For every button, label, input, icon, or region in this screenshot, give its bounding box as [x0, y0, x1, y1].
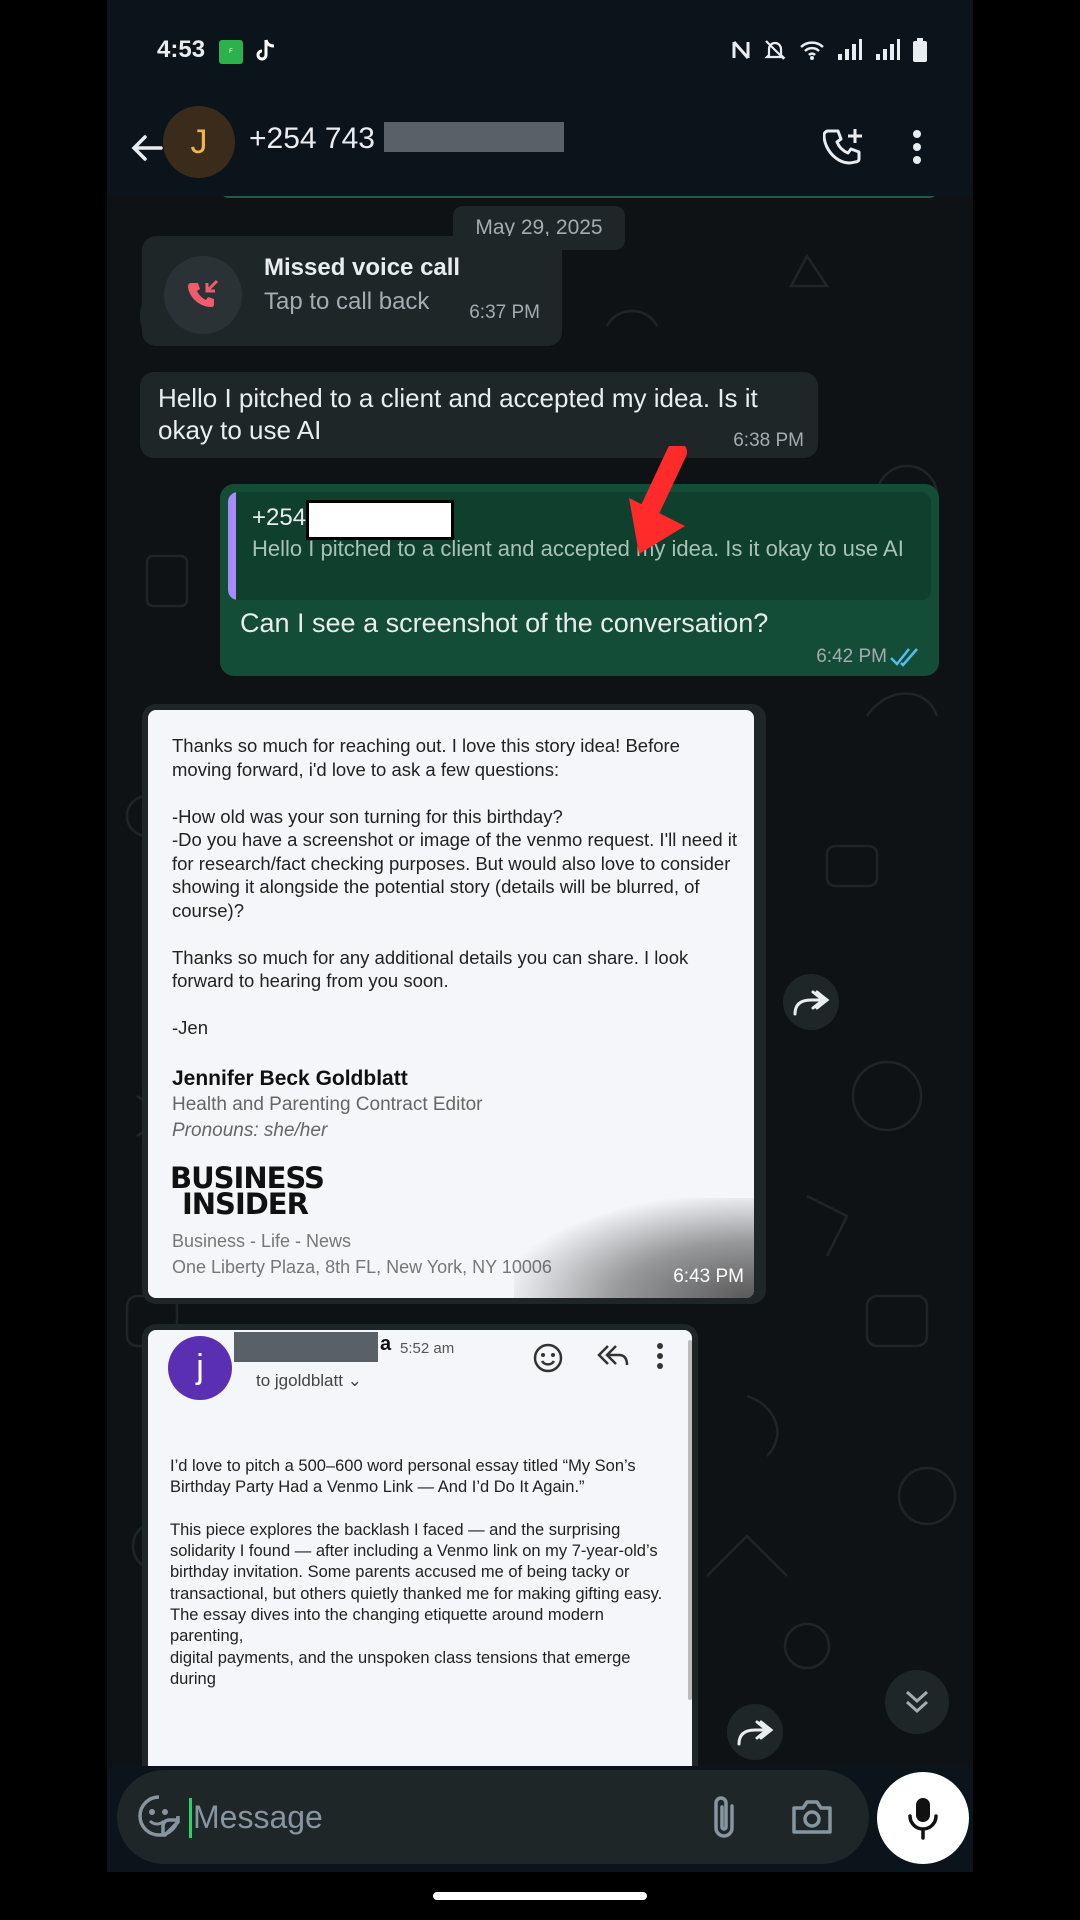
quoted-text: Hello I pitched to a client and accepted…: [252, 536, 904, 561]
quoted-sender: +254: [252, 504, 307, 531]
message-composer: [117, 1770, 869, 1864]
camera-icon: [792, 1800, 832, 1834]
status-time: 4:53: [157, 36, 206, 63]
redaction-box: [234, 1332, 378, 1362]
double-chevron-down-icon: [905, 1690, 929, 1714]
overflow-menu-button[interactable]: [897, 120, 937, 174]
message-input[interactable]: [193, 1792, 593, 1842]
image-message[interactable]: j a 5:52 am to jgoldblatt ⌄ I’d love to …: [142, 1324, 698, 1766]
forward-button[interactable]: [783, 974, 839, 1030]
forbes-app-icon: F: [219, 40, 243, 64]
scroll-to-bottom-button[interactable]: [885, 1670, 949, 1734]
signature-name: Jennifer Beck Goldblatt: [172, 1067, 408, 1090]
more-vertical-icon: [657, 1343, 663, 1369]
missed-call-subtitle: Tap to call back: [264, 288, 430, 315]
email-body: Thanks so much for reaching out. I love …: [172, 735, 738, 1038]
nfc-icon: [732, 41, 750, 59]
signature-pronouns: Pronouns: she/her: [172, 1120, 328, 1141]
forward-button[interactable]: [727, 1704, 783, 1760]
sender-name-suffix: a: [380, 1333, 392, 1355]
forward-icon: [793, 990, 830, 1016]
signal-icon: [876, 39, 900, 60]
quoted-reply[interactable]: +254 Hello I pitched to a client and acc…: [228, 492, 931, 600]
email-body: I’d love to pitch a 500–600 word persona…: [170, 1457, 663, 1688]
redaction-box: [384, 122, 564, 152]
sticker-button[interactable]: [135, 1792, 185, 1842]
scrollbar: [688, 1340, 692, 1700]
system-nav-bar: [107, 1872, 973, 1920]
paperclip-icon: [714, 1796, 734, 1838]
message-time: 6:37 PM: [469, 302, 540, 323]
message-time: 6:42 PM: [816, 646, 887, 667]
phone-screen: 4:53 F J +254 743 May 29, 2025 Missed vo…: [107, 0, 973, 1920]
quote-accent-bar: [228, 492, 236, 600]
signature-title: Health and Parenting Contract Editor: [172, 1094, 483, 1115]
status-bar: 4:53 F: [107, 0, 973, 100]
wifi-icon: [800, 41, 824, 60]
email-recipient: to jgoldblatt ⌄: [256, 1371, 362, 1390]
incoming-message[interactable]: Hello I pitched to a client and accepted…: [140, 372, 818, 458]
signature-tags: Business - Life - News: [172, 1231, 352, 1251]
attach-button[interactable]: [697, 1790, 751, 1844]
contact-avatar[interactable]: J: [163, 106, 235, 178]
chat-area[interactable]: May 29, 2025 Missed voice call Tap to ca…: [107, 196, 973, 1766]
email-sent-time: 5:52 am: [400, 1340, 455, 1357]
business-insider-logo: BUSINESS INSIDER: [170, 1161, 325, 1221]
message-time: 6:38 PM: [733, 430, 804, 451]
contact-number[interactable]: +254 743: [249, 122, 375, 156]
outgoing-message[interactable]: +254 Hello I pitched to a client and acc…: [220, 484, 939, 676]
signal-icon: [838, 39, 862, 60]
add-call-button[interactable]: [817, 120, 871, 174]
mute-icon: [764, 40, 786, 60]
missed-call-icon: [164, 256, 242, 334]
home-indicator[interactable]: [433, 1892, 647, 1900]
missed-call-bubble[interactable]: Missed voice call Tap to call back 6:37 …: [142, 236, 562, 346]
emoji-icon: [533, 1343, 563, 1373]
sender-avatar: j: [168, 1336, 232, 1400]
sticker-icon: [138, 1795, 180, 1837]
chat-header: J +254 743: [107, 100, 973, 196]
image-message[interactable]: Thanks so much for reaching out. I love …: [142, 704, 766, 1304]
message-text: Hello I pitched to a client and accepted…: [158, 383, 758, 445]
text-caret: [189, 1798, 192, 1838]
more-vertical-icon: [913, 130, 921, 164]
missed-call-title: Missed voice call: [264, 254, 461, 281]
annotation-arrow-icon: [629, 446, 687, 554]
redaction-box: [306, 500, 454, 540]
read-ticks-icon: [890, 648, 918, 667]
battery-icon: [913, 38, 927, 62]
forward-icon: [737, 1720, 774, 1746]
reply-all-icon: [597, 1345, 629, 1366]
message-time: 6:43 PM: [673, 1266, 744, 1287]
arrow-left-icon: [131, 135, 163, 161]
voice-record-button[interactable]: [877, 1772, 969, 1864]
message-text: Can I see a screenshot of the conversati…: [240, 608, 769, 638]
previous-message-edge: [219, 196, 939, 198]
email-screenshot: Thanks so much for reaching out. I love …: [148, 710, 754, 1298]
signature-address: One Liberty Plaza, 8th FL, New York, NY …: [172, 1257, 552, 1277]
camera-button[interactable]: [785, 1790, 839, 1844]
email-screenshot: j a 5:52 am to jgoldblatt ⌄ I’d love to …: [148, 1330, 692, 1766]
tiktok-icon: [253, 38, 277, 64]
phone-plus-icon: [823, 129, 862, 165]
microphone-icon: [908, 1798, 938, 1840]
